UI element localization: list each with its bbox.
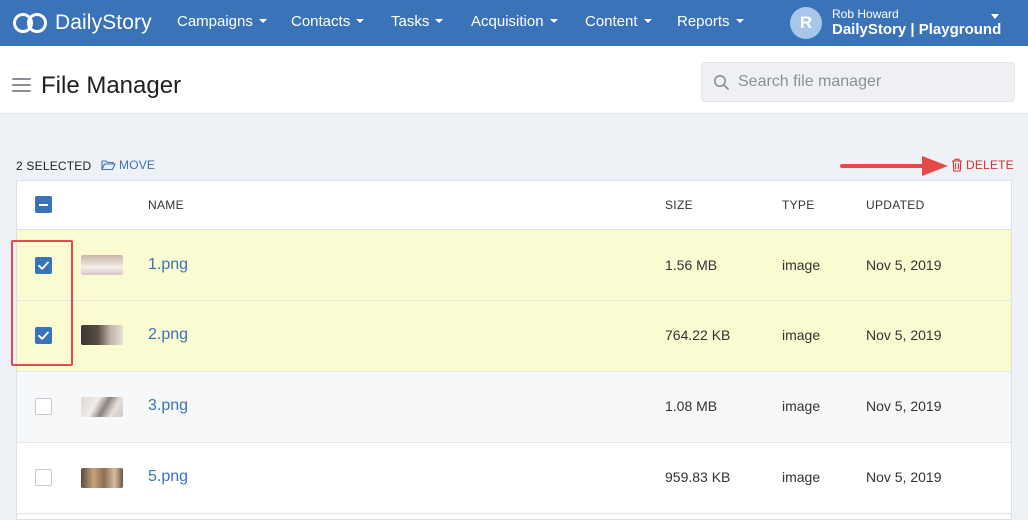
- nav-campaigns-label: Campaigns: [177, 13, 253, 30]
- chevron-down-icon: [735, 19, 744, 24]
- file-updated: Nov 5, 2019: [866, 398, 942, 414]
- nav-contacts[interactable]: Contacts: [291, 0, 365, 46]
- file-thumbnail: [81, 255, 123, 275]
- nav-campaigns[interactable]: Campaigns: [177, 0, 267, 46]
- search-icon: [714, 75, 729, 90]
- table-row[interactable]: 3.png 1.08 MB image Nov 5, 2019: [17, 372, 1011, 443]
- nav-acquisition[interactable]: Acquisition: [471, 0, 558, 46]
- row-checkbox[interactable]: [35, 398, 52, 415]
- row-checkbox[interactable]: [35, 257, 52, 274]
- selected-count: 2 SELECTED: [16, 159, 92, 173]
- nav-reports[interactable]: Reports: [677, 0, 744, 46]
- file-name-link[interactable]: 2.png: [148, 326, 188, 344]
- bulk-actions-toolbar: 2 SELECTED MOVE DELETE: [0, 114, 1028, 180]
- hamburger-icon[interactable]: [12, 78, 31, 92]
- brand-name: DailyStory: [55, 11, 152, 34]
- nav-tasks-label: Tasks: [391, 13, 430, 30]
- brand-logo[interactable]: DailyStory: [12, 9, 152, 37]
- user-name: Rob Howard: [832, 7, 899, 21]
- file-size: 1.56 MB: [665, 257, 718, 273]
- file-table: NAME SIZE TYPE UPDATED 1.png 1.56 MB ima…: [16, 180, 1012, 520]
- col-type-header[interactable]: TYPE: [782, 198, 815, 212]
- nav-reports-label: Reports: [677, 13, 730, 30]
- move-button[interactable]: MOVE: [101, 158, 155, 172]
- chevron-down-icon: [356, 19, 365, 24]
- file-type: image: [782, 327, 821, 343]
- chevron-down-icon: [435, 19, 444, 24]
- file-updated: Nov 5, 2019: [866, 257, 942, 273]
- chevron-down-icon: [549, 19, 558, 24]
- move-label: MOVE: [119, 158, 156, 172]
- col-name-header[interactable]: NAME: [148, 198, 184, 212]
- file-type: image: [782, 398, 821, 414]
- file-thumbnail: [81, 468, 123, 488]
- trash-icon: [952, 158, 962, 172]
- user-menu[interactable]: R Rob Howard DailyStory | Playground: [790, 0, 1020, 46]
- delete-button[interactable]: DELETE: [951, 158, 1014, 172]
- file-type: image: [782, 469, 821, 485]
- user-org: DailyStory | Playground: [832, 21, 1002, 38]
- chevron-down-icon: [258, 19, 267, 24]
- delete-label: DELETE: [966, 158, 1014, 172]
- file-type: image: [782, 257, 821, 273]
- file-size: 764.22 KB: [665, 327, 731, 343]
- file-thumbnail: [81, 397, 123, 417]
- table-row[interactable]: 5.png 959.83 KB image Nov 5, 2019: [17, 443, 1011, 514]
- infinity-logo-icon: [13, 13, 47, 33]
- file-name-link[interactable]: 5.png: [148, 468, 188, 486]
- chevron-down-icon: [643, 19, 652, 24]
- page-title: File Manager: [41, 72, 182, 99]
- chevron-down-icon: [991, 14, 999, 19]
- col-updated-header[interactable]: UPDATED: [866, 198, 925, 212]
- table-row[interactable]: 2.png 764.22 KB image Nov 5, 2019: [17, 301, 1011, 372]
- file-size: 959.83 KB: [665, 469, 731, 485]
- page-header: File Manager: [0, 46, 1028, 114]
- row-checkbox[interactable]: [35, 327, 52, 344]
- search-input[interactable]: [738, 63, 1008, 101]
- top-navbar: DailyStory Campaigns Contacts Tasks Acqu…: [0, 0, 1028, 46]
- checkmark-icon: [38, 331, 49, 340]
- select-all-checkbox[interactable]: [35, 196, 52, 213]
- file-name-link[interactable]: 1.png: [148, 256, 188, 274]
- col-size-header[interactable]: SIZE: [665, 198, 693, 212]
- avatar: R: [790, 7, 822, 39]
- file-thumbnail: [81, 325, 123, 345]
- row-checkbox[interactable]: [35, 469, 52, 486]
- folder-open-icon: [101, 160, 116, 171]
- file-updated: Nov 5, 2019: [866, 327, 942, 343]
- table-row[interactable]: 1.png 1.56 MB image Nov 5, 2019: [17, 230, 1011, 301]
- file-updated: Nov 5, 2019: [866, 469, 942, 485]
- nav-tasks[interactable]: Tasks: [391, 0, 444, 46]
- nav-content-label: Content: [585, 13, 638, 30]
- file-name-link[interactable]: 3.png: [148, 397, 188, 415]
- nav-content[interactable]: Content: [585, 0, 652, 46]
- annotation-arrow: [840, 156, 948, 176]
- nav-contacts-label: Contacts: [291, 13, 351, 30]
- nav-acquisition-label: Acquisition: [471, 13, 544, 30]
- table-header: NAME SIZE TYPE UPDATED: [17, 181, 1011, 230]
- file-size: 1.08 MB: [665, 398, 718, 414]
- search-box: [701, 62, 1015, 102]
- checkmark-icon: [38, 261, 49, 270]
